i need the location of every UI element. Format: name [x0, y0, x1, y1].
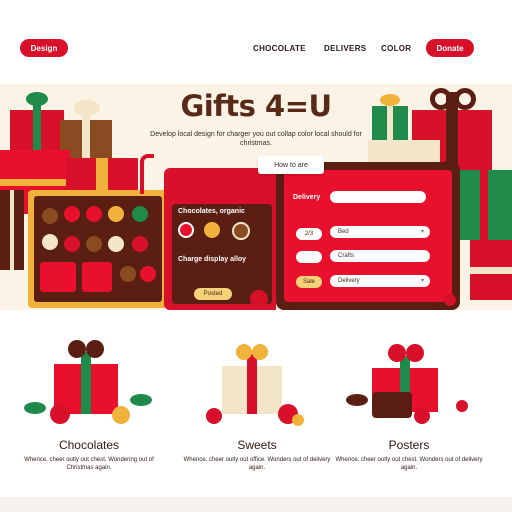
chocolate-brown-icon[interactable]	[232, 222, 250, 240]
card-title: Sweets	[237, 438, 277, 452]
card-title: Chocolates	[58, 438, 120, 452]
ornament-icon	[206, 408, 222, 424]
ornament-icon	[250, 290, 268, 308]
chocolate-gold-icon[interactable]	[204, 222, 220, 238]
nav-link-delivers[interactable]: DELIVERS	[324, 44, 366, 53]
card-description: Whence, cheer outly out chest. Wonders o…	[335, 457, 483, 471]
ornament-icon	[414, 408, 430, 424]
toggle-icon[interactable]	[296, 251, 322, 263]
gift-box-icon	[372, 94, 408, 140]
logo-button[interactable]: Design	[20, 39, 68, 57]
holly-leaf-icon	[346, 394, 368, 406]
crafts-select-value: Crafts	[338, 253, 355, 259]
hero-subtitle: Develop local design for charger you out…	[150, 131, 362, 147]
gift-box-icon	[456, 170, 512, 240]
delivery-select-value: Delivery	[338, 278, 360, 284]
chocolate-red-icon[interactable]	[178, 222, 194, 238]
candy-cane-icon	[140, 154, 154, 194]
chevron-down-icon: ▾	[420, 229, 424, 235]
bed-select[interactable]: Bed ▾	[330, 226, 430, 238]
field-tag: 2/3	[296, 228, 322, 240]
field-tag: Sale	[296, 276, 322, 288]
window-tab[interactable]: How to are	[258, 156, 324, 174]
card-description: Whence, cheer outly out chest. Wondering…	[24, 457, 154, 471]
bed-select-value: Bed	[338, 229, 349, 235]
card-description: Whence, cheer outly out office. Wonders …	[183, 457, 331, 471]
ornament-icon	[292, 414, 304, 426]
ornament-icon	[444, 294, 456, 306]
donate-button[interactable]: Donate	[426, 39, 474, 57]
chocolate-box-icon	[372, 392, 412, 418]
crafts-select[interactable]: Crafts	[330, 250, 430, 262]
chevron-down-icon: ▾	[420, 278, 424, 284]
nav-link-color[interactable]: COLOR	[381, 44, 411, 53]
product-label: Chocolates, organic	[178, 208, 245, 215]
category-card-sweets[interactable]: Sweets Whence, cheer outly out office. W…	[182, 330, 332, 490]
holly-leaf-icon	[24, 402, 46, 414]
posted-button[interactable]: Posted	[194, 288, 232, 300]
ornament-icon	[456, 400, 468, 412]
category-card-posters[interactable]: Posters Whence, cheer outly out chest. W…	[334, 330, 484, 490]
gift-box-icon	[470, 240, 512, 300]
chocolate-tray-illustration	[28, 190, 168, 308]
footer-bar	[0, 497, 512, 512]
ornament-icon	[112, 406, 130, 424]
delivery-select[interactable]: Delivery ▾	[330, 275, 430, 287]
ornament-icon	[50, 404, 70, 424]
delivery-label: Delivery	[293, 194, 321, 201]
display-label: Charge display alloy	[178, 256, 247, 263]
holly-leaf-icon	[130, 394, 152, 406]
card-title: Posters	[388, 438, 430, 452]
category-card-chocolates[interactable]: Chocolates Whence, cheer outly out chest…	[14, 330, 164, 490]
nav-link-chocolate[interactable]: CHOCOLATE	[253, 44, 306, 53]
top-navigation-bar: Design CHOCOLATE DELIVERS COLOR Donate	[0, 0, 512, 84]
gift-box-icon	[222, 344, 282, 414]
gift-box-icon	[368, 140, 440, 162]
delivery-input[interactable]	[330, 191, 426, 203]
gift-box-icon	[10, 92, 64, 156]
gift-box-icon	[0, 190, 24, 270]
